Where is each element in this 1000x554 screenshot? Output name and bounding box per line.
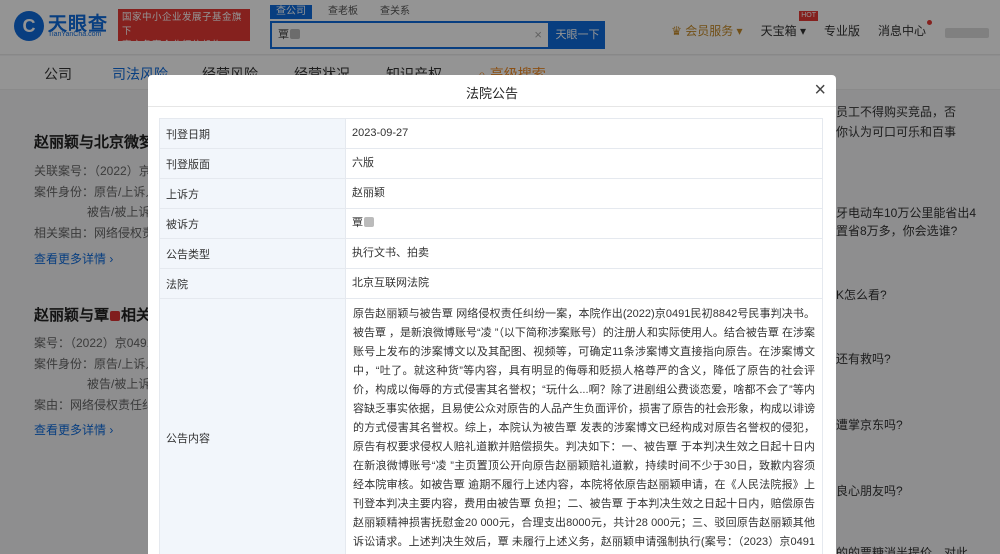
table-row: 刊登版面 六版 — [159, 148, 823, 179]
field-label: 被诉方 — [159, 208, 346, 239]
field-value: 2023-09-27 — [345, 118, 823, 149]
table-row: 公告内容 原告赵丽颖与被告覃 网络侵权责任纠纷一案，本院作出(2022)京049… — [159, 298, 823, 554]
table-row: 上诉方 赵丽颖 — [159, 178, 823, 209]
close-icon[interactable]: × — [814, 79, 826, 101]
field-value: 六版 — [345, 148, 823, 179]
court-notice-modal: 法院公告 × 刊登日期 2023-09-27 刊登版面 六版 上诉方 赵丽颖 被… — [148, 75, 836, 554]
defendant-name: 覃 — [352, 217, 363, 229]
modal-header: 法院公告 × — [148, 75, 836, 107]
field-label: 公告内容 — [159, 298, 346, 554]
field-value: 执行文书、拍卖 — [345, 238, 823, 269]
table-row: 法院 北京互联网法院 — [159, 268, 823, 299]
field-label: 公告类型 — [159, 238, 346, 269]
notice-content: 原告赵丽颖与被告覃 网络侵权责任纠纷一案，本院作出(2022)京0491民初88… — [345, 298, 823, 554]
field-value: 覃 — [345, 208, 823, 239]
field-value: 赵丽颖 — [345, 178, 823, 209]
field-label: 上诉方 — [159, 178, 346, 209]
modal-title: 法院公告 — [465, 86, 518, 101]
notice-table: 刊登日期 2023-09-27 刊登版面 六版 上诉方 赵丽颖 被诉方 覃 公告… — [159, 118, 823, 554]
field-label: 刊登版面 — [159, 148, 346, 179]
table-row: 公告类型 执行文书、拍卖 — [159, 238, 823, 269]
blurred-name — [364, 217, 374, 227]
field-label: 刊登日期 — [159, 118, 346, 149]
field-label: 法院 — [159, 268, 346, 299]
table-row: 被诉方 覃 — [159, 208, 823, 239]
table-row: 刊登日期 2023-09-27 — [159, 118, 823, 149]
field-value: 北京互联网法院 — [345, 268, 823, 299]
